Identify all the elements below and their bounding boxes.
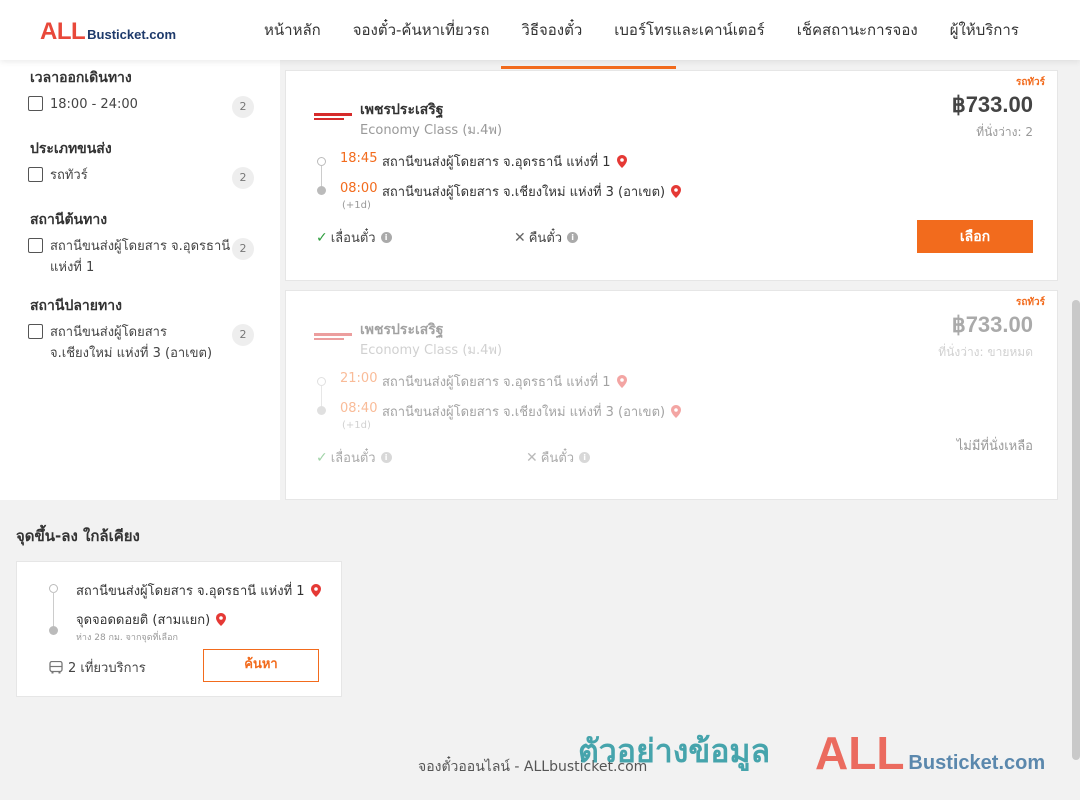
timeline-end-dot — [317, 406, 326, 415]
filter-option-bus-type[interactable]: รถทัวร์ 2 — [28, 165, 254, 189]
nearby-distance: ห่าง 28 กม. จากจุดที่เลือก — [76, 633, 178, 643]
timeline-end-dot — [49, 626, 58, 635]
check-icon: ✓ — [316, 229, 328, 246]
nav-search-trips[interactable]: จองตั๋ว-ค้นหาเที่ยวรถ — [337, 0, 506, 60]
operator-logo — [314, 332, 352, 342]
filter-title-bus-type: ประเภทขนส่ง — [30, 141, 112, 157]
site-logo[interactable]: ALL Busticket.com — [40, 18, 176, 46]
bus-icon — [49, 661, 63, 674]
filter-title-destination: สถานีปลายทาง — [30, 298, 122, 314]
checkbox[interactable] — [28, 167, 43, 182]
nearby-route-card: สถานีขนส่งผู้โดยสาร จ.อุดรธานี แห่งที่ 1… — [16, 561, 342, 697]
watermark-logo: ALL Busticket.com — [815, 727, 1046, 779]
count-badge: 2 — [232, 96, 254, 118]
filter-title-origin: สถานีต้นทาง — [30, 212, 108, 228]
bus-class: Economy Class (ม.4พ) — [360, 123, 503, 138]
select-button[interactable]: เลือก — [917, 220, 1033, 253]
trip-card-soldout: รถทัวร์ เพชรประเสริฐ Economy Class (ม.4พ… — [285, 290, 1058, 500]
arrive-station[interactable]: สถานีขนส่งผู้โดยสาร จ.เชียงใหม่ แห่งที่ … — [382, 181, 682, 202]
info-icon: i — [380, 452, 392, 463]
operator-name: เพชรประเสริฐ — [360, 322, 444, 338]
info-icon[interactable]: i — [567, 232, 579, 243]
no-seats-status: ไม่มีที่นั่งเหลือ — [956, 439, 1033, 454]
arrive-time: 08:40 — [340, 401, 378, 416]
search-button[interactable]: ค้นหา — [203, 649, 319, 682]
trip-card: รถทัวร์ เพชรประเสริฐ Economy Class (ม.4พ… — [285, 70, 1058, 281]
trip-count: 2 เที่ยวบริการ — [49, 657, 146, 678]
map-pin-icon[interactable] — [216, 613, 227, 626]
nav-how-to-book[interactable]: วิธีจองตั๋ว — [505, 0, 598, 60]
depart-time: 18:45 — [340, 151, 378, 166]
nearby-title: จุดขึ้น-ลง ใกล้เคียง — [16, 527, 140, 545]
postpone-policy[interactable]: ✓ เลื่อนตั๋ว i — [316, 227, 392, 248]
checkbox[interactable] — [28, 238, 43, 253]
count-badge: 2 — [232, 324, 254, 346]
check-icon: ✓ — [316, 449, 328, 466]
cross-icon: ✕ — [514, 229, 526, 246]
refund-policy: ✕ คืนตั๋ว i — [526, 447, 591, 468]
nearby-from-stop[interactable]: สถานีขนส่งผู้โดยสาร จ.อุดรธานี แห่งที่ 1 — [76, 580, 321, 601]
next-day-indicator: (+1d) — [342, 420, 371, 431]
operator-logo — [314, 112, 352, 122]
arrive-time: 08:00 — [340, 181, 378, 196]
depart-station: สถานีขนส่งผู้โดยสาร จ.อุดรธานี แห่งที่ 1 — [382, 371, 627, 392]
filter-sidebar: เวลาออกเดินทาง 18:00 - 24:00 2 ประเภทขนส… — [0, 60, 280, 500]
top-navbar: ALL Busticket.com หน้าหลัก จองตั๋ว-ค้นหา… — [0, 0, 1080, 60]
timeline-line — [53, 592, 54, 630]
operator-name: เพชรประเสริฐ — [360, 102, 444, 118]
info-icon: i — [579, 452, 591, 463]
map-pin-icon[interactable] — [671, 185, 682, 198]
map-pin-icon — [671, 405, 682, 418]
nearby-to-stop[interactable]: จุดจอดดอยติ (สามแยก) — [76, 609, 227, 630]
seats-available: ที่นั่งว่าง: ขายหมด — [938, 345, 1033, 359]
filter-option-origin[interactable]: สถานีขนส่งผู้โดยสาร จ.อุดรธานี แห่งที่ 1… — [28, 236, 254, 278]
bus-class: Economy Class (ม.4พ) — [360, 343, 503, 358]
refund-policy[interactable]: ✕ คืนตั๋ว i — [514, 227, 579, 248]
sample-data-watermark: ตัวอย่างข้อมูล — [578, 732, 771, 770]
seats-available: ที่นั่งว่าง: 2 — [976, 125, 1033, 139]
cross-icon: ✕ — [526, 449, 538, 466]
timeline-end-dot — [317, 186, 326, 195]
filter-title-departure: เวลาออกเดินทาง — [30, 70, 132, 86]
price: ฿733.00 — [951, 312, 1033, 337]
map-pin-icon[interactable] — [616, 155, 627, 168]
timeline-start-dot — [317, 377, 326, 386]
filter-option-departure[interactable]: 18:00 - 24:00 2 — [28, 94, 254, 118]
scrollbar[interactable] — [1072, 300, 1080, 760]
timeline-line — [321, 166, 322, 187]
count-badge: 2 — [232, 167, 254, 189]
checkbox[interactable] — [28, 324, 43, 339]
active-tab-indicator — [501, 66, 676, 69]
filter-option-destination[interactable]: สถานีขนส่งผู้โดยสาร จ.เชียงใหม่ แห่งที่ … — [28, 322, 254, 364]
timeline-start-dot — [317, 157, 326, 166]
nav-check-booking[interactable]: เช็คสถานะการจอง — [781, 0, 934, 60]
timeline-line — [321, 386, 322, 407]
map-pin-icon — [616, 375, 627, 388]
depart-time: 21:00 — [340, 371, 378, 386]
arrive-station: สถานีขนส่งผู้โดยสาร จ.เชียงใหม่ แห่งที่ … — [382, 401, 682, 422]
count-badge: 2 — [232, 238, 254, 260]
bus-type-tag: รถทัวร์ — [1015, 297, 1045, 308]
bus-type-tag: รถทัวร์ — [1015, 77, 1045, 88]
price: ฿733.00 — [951, 92, 1033, 117]
nav-home[interactable]: หน้าหลัก — [248, 0, 337, 60]
next-day-indicator: (+1d) — [342, 200, 371, 211]
info-icon[interactable]: i — [380, 232, 392, 243]
map-pin-icon[interactable] — [310, 584, 321, 597]
nav-operators[interactable]: ผู้ให้บริการ — [934, 0, 1035, 60]
checkbox[interactable] — [28, 96, 43, 111]
nav-contact[interactable]: เบอร์โทรและเคาน์เตอร์ — [598, 0, 780, 60]
main-nav: หน้าหลัก จองตั๋ว-ค้นหาเที่ยวรถ วิธีจองตั… — [248, 0, 1035, 60]
depart-station[interactable]: สถานีขนส่งผู้โดยสาร จ.อุดรธานี แห่งที่ 1 — [382, 151, 627, 172]
postpone-policy: ✓ เลื่อนตั๋ว i — [316, 447, 392, 468]
